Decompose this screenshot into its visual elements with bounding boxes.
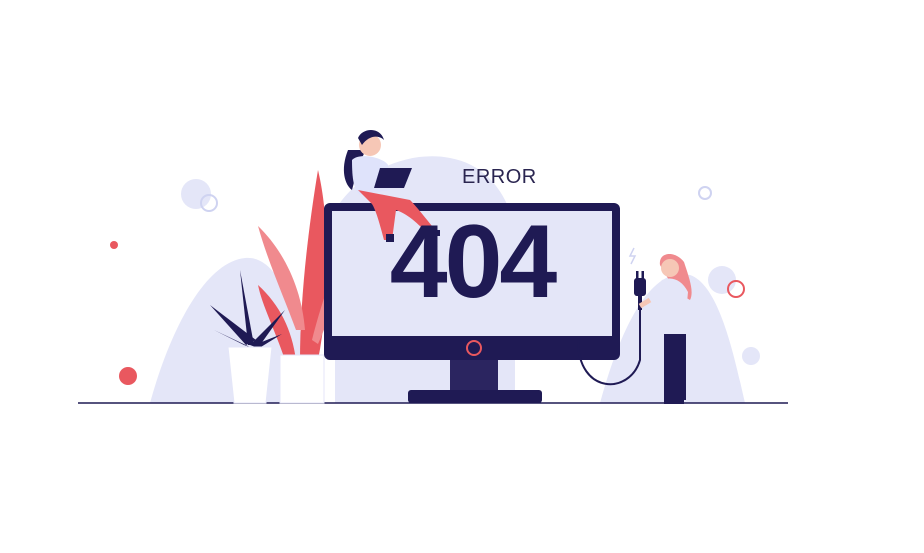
bubble-icon	[742, 347, 760, 365]
error-title: ERROR	[462, 166, 537, 188]
bubble-icon	[181, 179, 211, 209]
status-code: 404	[389, 204, 558, 320]
dot-icon	[110, 241, 118, 249]
lightning-icon	[628, 247, 637, 265]
dot-icon	[119, 367, 137, 385]
ring-icon	[698, 186, 712, 200]
bubble-icon	[708, 266, 736, 294]
